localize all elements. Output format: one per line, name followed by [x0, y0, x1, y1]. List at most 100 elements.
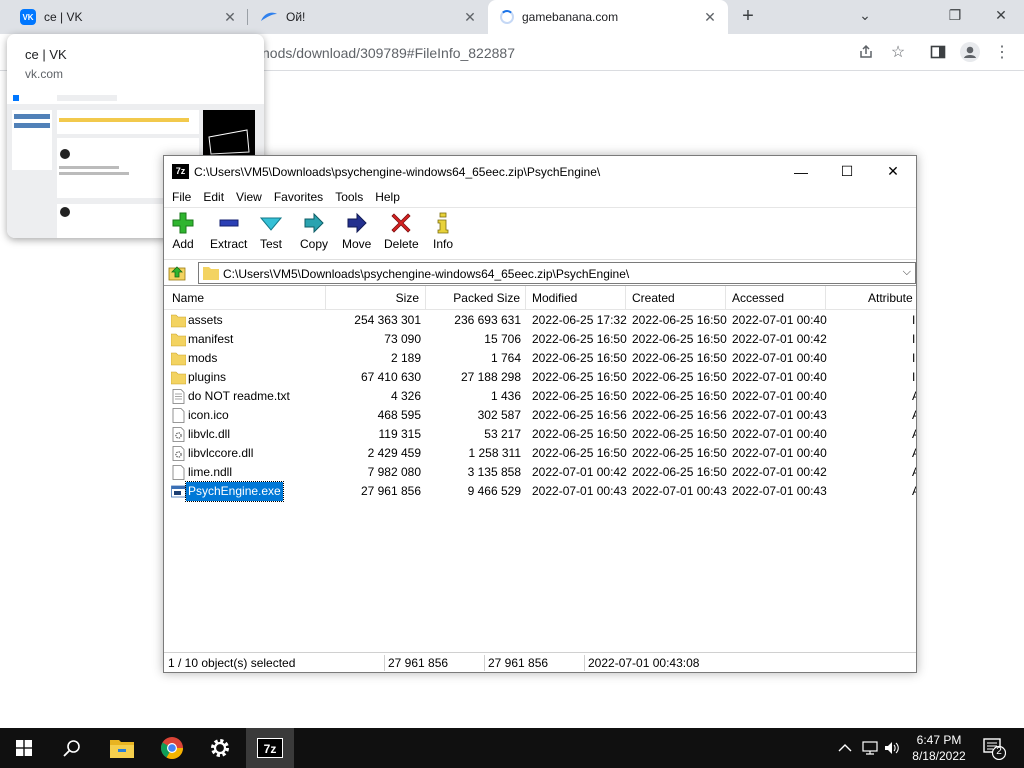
info-button[interactable]: Info	[432, 212, 454, 256]
window-titlebar[interactable]: 7z C:\Users\VM5\Downloads\psychengine-wi…	[164, 156, 916, 187]
start-button[interactable]	[0, 728, 48, 768]
file-name[interactable]: do NOT readme.txt	[188, 387, 290, 406]
add-button[interactable]: Add	[172, 212, 194, 256]
share-icon[interactable]	[856, 42, 876, 62]
close-tab-icon[interactable]: ✕	[462, 9, 478, 25]
network-icon[interactable]	[862, 728, 878, 768]
delete-button[interactable]: Delete	[384, 212, 419, 256]
menu-view[interactable]: View	[230, 190, 268, 204]
browser-tab-bar: VK ce | VK ✕ Ой! ✕ gamebanana.com ✕ + ⌄ …	[0, 0, 1024, 34]
file-accessed: 2022-07-01 00:40	[732, 389, 827, 403]
column-created[interactable]: Created	[626, 286, 726, 310]
close-tab-icon[interactable]: ✕	[222, 9, 238, 25]
side-panel-icon[interactable]	[928, 42, 948, 62]
info-label: Info	[432, 237, 453, 251]
tab-oy[interactable]: Ой! ✕	[248, 0, 488, 34]
system-clock[interactable]: 6:47 PM 8/18/2022	[906, 732, 972, 764]
file-modified: 2022-06-25 16:50	[532, 389, 627, 403]
menu-file[interactable]: File	[166, 190, 197, 204]
test-button[interactable]: Test	[260, 212, 282, 256]
folder-up-icon[interactable]	[168, 263, 188, 283]
file-row[interactable]: PsychEngine.exe 27 961 856 9 466 529 2022-0…	[164, 481, 916, 502]
notification-center-button[interactable]: 2	[982, 736, 1007, 761]
add-label: Add	[172, 237, 194, 251]
volume-icon[interactable]	[884, 728, 900, 768]
7zip-taskbar-button[interactable]: 7z	[246, 728, 294, 768]
menu-dots-icon[interactable]: ⋮	[992, 42, 1012, 62]
file-row[interactable]: mods 2 189 1 764 2022-06-25 16:50 2022-06-25…	[164, 349, 916, 368]
taskbar: 7z 6:47 PM 8/18/2022 2	[0, 728, 1024, 768]
copy-button[interactable]: Copy	[300, 212, 328, 256]
extract-button[interactable]: Extract	[210, 212, 247, 256]
column-packed-size[interactable]: Packed Size	[426, 286, 526, 310]
menu-help[interactable]: Help	[369, 190, 406, 204]
file-name[interactable]: libvlccore.dll	[188, 444, 253, 463]
file-row[interactable]: libvlc.dll 119 315 53 217 2022-06-25 16:50 2…	[164, 425, 916, 444]
file-row[interactable]: assets 254 363 301 236 693 631 2022-06-25 1…	[164, 311, 916, 330]
file-attributes: I	[912, 332, 916, 346]
file-name[interactable]: lime.ndll	[188, 463, 232, 482]
file-row[interactable]: do NOT readme.txt 4 326 1 436 2022-06-25 16…	[164, 387, 916, 406]
minimize-button[interactable]: —	[778, 156, 824, 187]
restore-button[interactable]: ❐	[932, 0, 978, 30]
path-field[interactable]: C:\Users\VM5\Downloads\psychengine-windo…	[198, 262, 916, 284]
file-size: 4 326	[390, 389, 421, 403]
status-separator	[584, 655, 585, 671]
show-hidden-icons[interactable]	[838, 728, 852, 768]
profile-avatar-icon[interactable]	[960, 42, 980, 62]
menu-edit[interactable]: Edit	[197, 190, 230, 204]
file-created: 2022-06-25 16:50	[632, 370, 727, 384]
column-modified[interactable]: Modified	[526, 286, 626, 310]
file-name[interactable]: assets	[188, 311, 223, 330]
menu-tools[interactable]: Tools	[329, 190, 369, 204]
new-tab-button[interactable]: +	[738, 6, 758, 26]
file-row[interactable]: lime.ndll 7 982 080 3 135 858 2022-07-01 00…	[164, 463, 916, 482]
tab-title: Ой!	[286, 10, 306, 24]
file-name[interactable]: mods	[188, 349, 217, 368]
settings-button[interactable]	[196, 728, 244, 768]
address-bar[interactable]: nods/download/309789#FileInfo_822887	[250, 38, 850, 67]
maximize-button[interactable]: ☐	[824, 156, 870, 187]
window-title: C:\Users\VM5\Downloads\psychengine-windo…	[194, 165, 601, 179]
column-accessed[interactable]: Accessed	[726, 286, 826, 310]
close-window-button[interactable]: ✕	[978, 0, 1024, 30]
file-packed-size: 9 466 529	[467, 484, 521, 498]
close-tab-icon[interactable]: ✕	[702, 9, 718, 25]
search-button[interactable]	[48, 728, 96, 768]
extract-minus-icon	[219, 219, 239, 227]
path-text[interactable]: C:\Users\VM5\Downloads\psychengine-windo…	[223, 267, 629, 281]
tab-gamebanana[interactable]: gamebanana.com ✕	[488, 0, 728, 34]
close-button[interactable]: ✕	[870, 156, 916, 187]
file-explorer-button[interactable]	[98, 728, 146, 768]
file-row[interactable]: manifest 73 090 15 706 2022-06-25 16:50 2022…	[164, 330, 916, 349]
info-i-icon	[437, 212, 449, 234]
column-size[interactable]: Size	[326, 286, 426, 310]
address-text[interactable]: nods/download/309789#FileInfo_822887	[262, 45, 515, 61]
file-name[interactable]: plugins	[188, 368, 226, 387]
column-header-row: Name Size Packed Size Modified Created A…	[164, 286, 916, 310]
minimize-button[interactable]: ⌄	[842, 0, 888, 30]
column-name[interactable]: Name	[164, 286, 326, 310]
file-row[interactable]: plugins 67 410 630 27 188 298 2022-06-25 16…	[164, 368, 916, 387]
file-name[interactable]: PsychEngine.exe	[185, 481, 284, 502]
chrome-button[interactable]	[148, 728, 196, 768]
file-attributes: I	[912, 351, 916, 365]
status-modified: 2022-07-01 00:43:08	[588, 656, 700, 670]
file-row[interactable]: icon.ico 468 595 302 587 2022-06-25 16:56 20…	[164, 406, 916, 425]
file-name[interactable]: libvlc.dll	[188, 425, 230, 444]
move-button[interactable]: Move	[342, 212, 371, 256]
file-name[interactable]: manifest	[188, 330, 233, 349]
file-row[interactable]: libvlccore.dll 2 429 459 1 258 311 2022-06-…	[164, 444, 916, 463]
file-created: 2022-06-25 16:50	[632, 446, 727, 460]
dll-file-icon	[172, 427, 185, 442]
file-size: 7 982 080	[367, 465, 421, 479]
tab-vk[interactable]: VK ce | VK ✕	[8, 0, 248, 34]
bookmark-star-icon[interactable]: ☆	[888, 42, 908, 62]
chevron-down-icon[interactable]: ⌵	[903, 266, 911, 279]
menu-favorites[interactable]: Favorites	[268, 190, 329, 204]
column-attributes[interactable]: Attribute	[826, 286, 916, 310]
file-accessed: 2022-07-01 00:42	[732, 465, 827, 479]
file-modified: 2022-06-25 16:50	[532, 446, 627, 460]
file-name[interactable]: icon.ico	[188, 406, 229, 425]
file-modified: 2022-07-01 00:43	[532, 484, 627, 498]
